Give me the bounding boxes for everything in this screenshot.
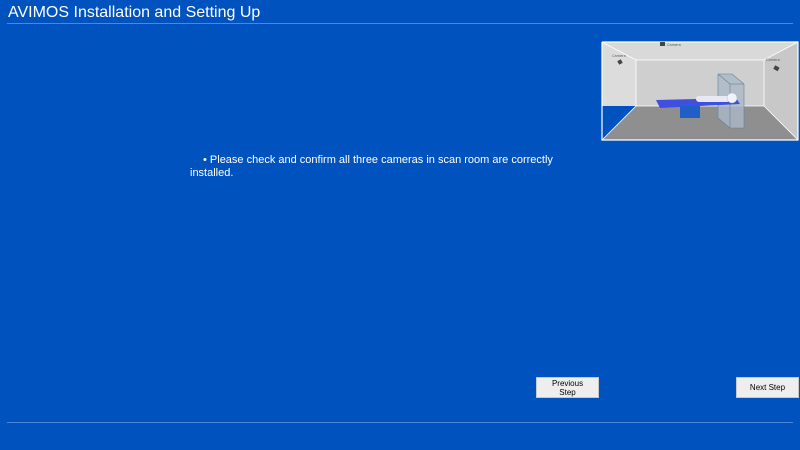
scan-room-diagram: Camera Camera Camera [600, 40, 800, 142]
previous-step-button[interactable]: Previous Step [536, 377, 599, 398]
table-base [680, 106, 700, 118]
window-title: AVIMOS Installation and Setting Up [8, 4, 261, 21]
camera-label-3: Camera [766, 58, 780, 62]
header-divider [7, 23, 793, 24]
camera-label-1: Camera [667, 43, 681, 47]
patient [696, 96, 730, 102]
footer-divider [7, 422, 793, 423]
next-step-button[interactable]: Next Step [736, 377, 799, 398]
camera-label-2: Camera [612, 54, 626, 58]
instruction-line-2: installed. [190, 167, 234, 179]
instruction-text: • Please check and confirm all three cam… [190, 154, 583, 180]
instruction-line-1: • Please check and confirm all three cam… [203, 154, 553, 166]
scan-room-illustration: Camera Camera Camera [601, 41, 799, 141]
